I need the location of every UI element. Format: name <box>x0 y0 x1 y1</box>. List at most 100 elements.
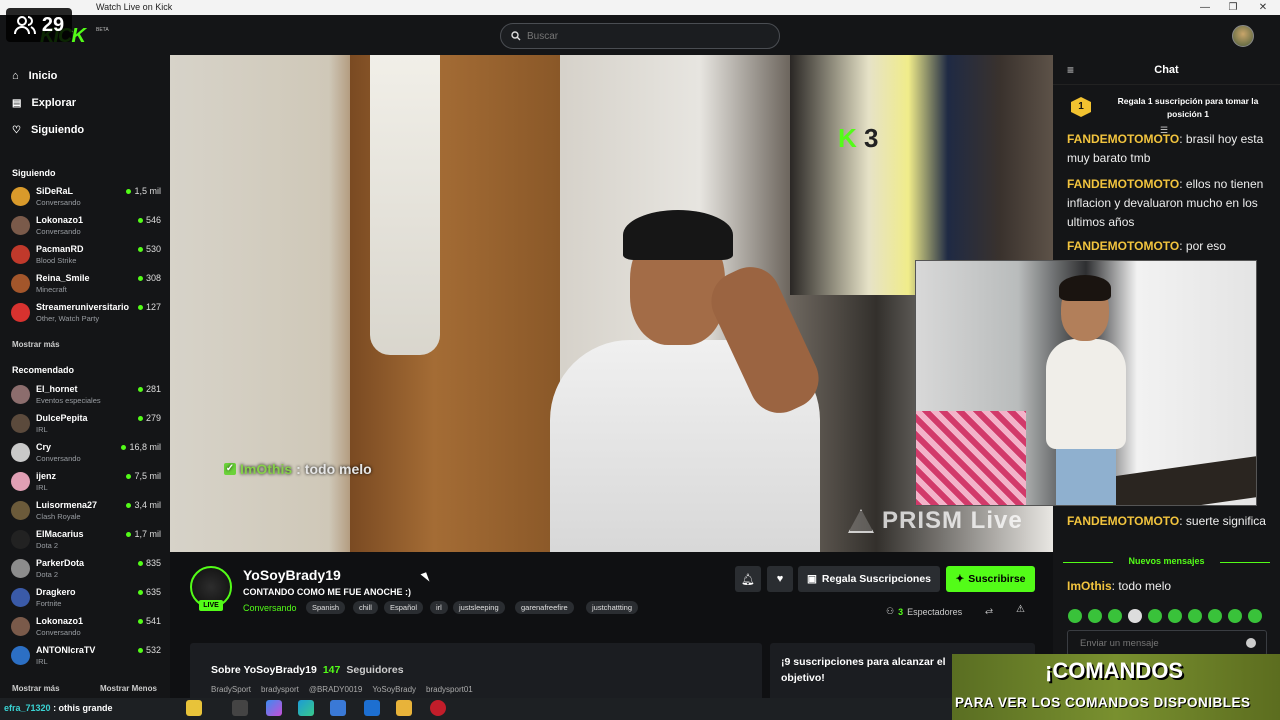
share-icon[interactable]: ⥄ <box>985 605 993 616</box>
stream-tag[interactable]: Spanish <box>306 601 346 614</box>
sparkle-icon[interactable] <box>186 700 202 716</box>
channel-viewers: 835 <box>137 558 161 568</box>
emote-icon[interactable] <box>1168 609 1182 623</box>
copilot-icon[interactable] <box>266 700 282 716</box>
subscribe-button[interactable]: ✦ Suscribirse <box>946 566 1035 592</box>
sidebar-channel[interactable]: ElMacarius Dota 2 1,7 mil <box>11 527 161 553</box>
sidebar-channel[interactable]: PacmanRD Blood Strike 530 <box>11 242 161 268</box>
facebook-link[interactable]: BradySport <box>211 685 251 694</box>
emote-icon[interactable] <box>1148 609 1162 623</box>
nav-home[interactable]: ⌂ Inicio <box>12 70 57 82</box>
sidebar-channel[interactable]: ANTONIcraTV IRL 532 <box>11 643 161 669</box>
sidebar-channel[interactable]: Dragkero Fortnite 635 <box>11 585 161 611</box>
youtube-link[interactable]: YoSoyBrady <box>372 685 416 694</box>
channel-category: Eventos especiales <box>36 396 101 405</box>
minimize-button[interactable]: — <box>1190 0 1220 15</box>
close-window-button[interactable]: ✕ <box>1248 0 1278 15</box>
show-more-following[interactable]: Mostrar más <box>12 340 60 349</box>
channel-name: SiDeRaL <box>36 186 74 196</box>
chat-input[interactable] <box>1080 637 1240 649</box>
stream-category[interactable]: Conversando <box>243 603 297 613</box>
emote-icon[interactable] <box>1228 609 1242 623</box>
channel-viewers: 127 <box>137 302 161 312</box>
about-title: Sobre YoSoyBrady19 147 Seguidores <box>211 664 404 676</box>
recommended-section-title: Recomendado <box>12 365 75 375</box>
channel-name: ANTONIcraTV <box>36 645 96 655</box>
live-dot-icon <box>137 304 143 310</box>
stream-tag[interactable]: justchattting <box>586 601 639 614</box>
prism-logo-icon <box>848 509 874 533</box>
edge-icon[interactable] <box>298 700 314 716</box>
emoji-icon[interactable] <box>1246 638 1256 648</box>
sidebar-channel[interactable]: Reina_Smile Minecraft 308 <box>11 271 161 297</box>
new-messages-divider[interactable]: Nuevos mensajes <box>1053 556 1280 566</box>
folder-icon[interactable] <box>396 700 412 716</box>
emote-icon[interactable] <box>1088 609 1102 623</box>
search-input[interactable] <box>527 30 757 42</box>
twitter-link[interactable]: @BRADY0019 <box>309 685 362 694</box>
chat-message-user[interactable]: FANDEMOTOMOTO <box>1067 177 1179 191</box>
emote-icon[interactable] <box>1188 609 1202 623</box>
sidebar-channel[interactable]: ParkerDota Dota 2 835 <box>11 556 161 582</box>
sidebar-channel[interactable]: Luisormena27 Clash Royale 3,4 mil <box>11 498 161 524</box>
search-bar[interactable] <box>500 23 780 49</box>
instagram-link[interactable]: bradysport <box>261 685 299 694</box>
nav-following[interactable]: ♡ Siguiendo <box>12 124 84 136</box>
chat-message-user[interactable]: FANDEMOTOMOTO <box>1067 239 1179 253</box>
maximize-button[interactable]: ❐ <box>1218 0 1248 15</box>
sidebar-channel[interactable]: El_hornet Eventos especiales 281 <box>11 382 161 408</box>
channel-viewer-count: 1,5 mil <box>134 186 161 196</box>
follow-button[interactable]: ♥ <box>767 566 793 592</box>
emote-icon[interactable] <box>1108 609 1122 623</box>
chat-message-latest: ImOthis: todo melo <box>1067 579 1172 593</box>
stream-tag[interactable]: garenafreefire <box>515 601 574 614</box>
sidebar-channel[interactable]: Streameruniversitario Other, Watch Party 1… <box>11 300 161 326</box>
nav-following-label: Siguiendo <box>30 124 85 136</box>
tiktok-link[interactable]: bradysport01 <box>426 685 473 694</box>
chat-message-user[interactable]: ImOthis <box>1067 579 1112 593</box>
chat-input-box[interactable] <box>1067 630 1267 656</box>
emote-icon[interactable] <box>1248 609 1262 623</box>
channel-name: Luisormena27 <box>36 500 98 510</box>
outlook-icon[interactable] <box>364 700 380 716</box>
channel-viewer-count: 281 <box>145 384 161 394</box>
sidebar-channel[interactable]: Lokonazo1 Conversando 546 <box>11 213 161 239</box>
sidebar-channel[interactable]: Lokonazo1 Conversando 541 <box>11 614 161 640</box>
stream-tag[interactable]: Español <box>384 601 424 614</box>
sidebar-channel[interactable]: SiDeRaL Conversando 1,5 mil <box>11 184 161 210</box>
stream-tag[interactable]: justsleeping <box>453 601 505 614</box>
show-less-recommended[interactable]: Mostrar Menos <box>100 684 157 693</box>
emote-icon[interactable] <box>1128 609 1142 623</box>
taskbar <box>0 698 952 720</box>
stream-tag[interactable]: irl <box>430 601 448 614</box>
user-avatar[interactable] <box>1232 25 1254 47</box>
sidebar-channel[interactable]: ijenz IRL 7,5 mil <box>11 469 161 495</box>
collapse-chat-icon[interactable]: ≡ <box>1067 63 1074 77</box>
nav-explore[interactable]: ▤ Explorar <box>12 97 76 109</box>
sidebar-channel[interactable]: Cry Conversando 16,8 mil <box>11 440 161 466</box>
emote-icon[interactable] <box>1208 609 1222 623</box>
chat-message-user[interactable]: FANDEMOTOMOTO <box>1067 514 1179 528</box>
channel-avatar-icon <box>11 559 30 578</box>
channel-name[interactable]: YoSoyBrady19 <box>243 567 341 583</box>
stream-tag[interactable]: chill <box>353 601 378 614</box>
pinned-gift-banner[interactable]: 1 Regala 1 suscripción para tomar la pos… <box>1053 85 1280 135</box>
gift-subs-button[interactable]: ▣ Regala Suscripciones <box>798 566 940 592</box>
channel-viewers: 279 <box>137 413 161 423</box>
chat-message-user[interactable]: FANDEMOTOMOTO <box>1067 132 1179 146</box>
emote-icon[interactable] <box>1068 609 1082 623</box>
channel-viewers: 308 <box>137 273 161 283</box>
channel-category: IRL <box>36 483 48 492</box>
notifications-button[interactable]: 🔔︎ <box>735 566 761 592</box>
live-dot-icon <box>137 647 143 653</box>
gift-subs-label: Regala Suscripciones <box>821 573 932 585</box>
show-more-recommended[interactable]: Mostrar más <box>12 684 60 693</box>
task-view-icon[interactable] <box>232 700 248 716</box>
live-dot-icon <box>126 502 132 508</box>
channel-category: Other, Watch Party <box>36 314 100 323</box>
sidebar-channel[interactable]: DulcePepita IRL 279 <box>11 411 161 437</box>
report-icon[interactable]: ⚠ <box>1016 604 1025 615</box>
store-icon[interactable] <box>330 700 346 716</box>
app-icon[interactable] <box>430 700 446 716</box>
channel-viewers: 3,4 mil <box>126 500 161 510</box>
